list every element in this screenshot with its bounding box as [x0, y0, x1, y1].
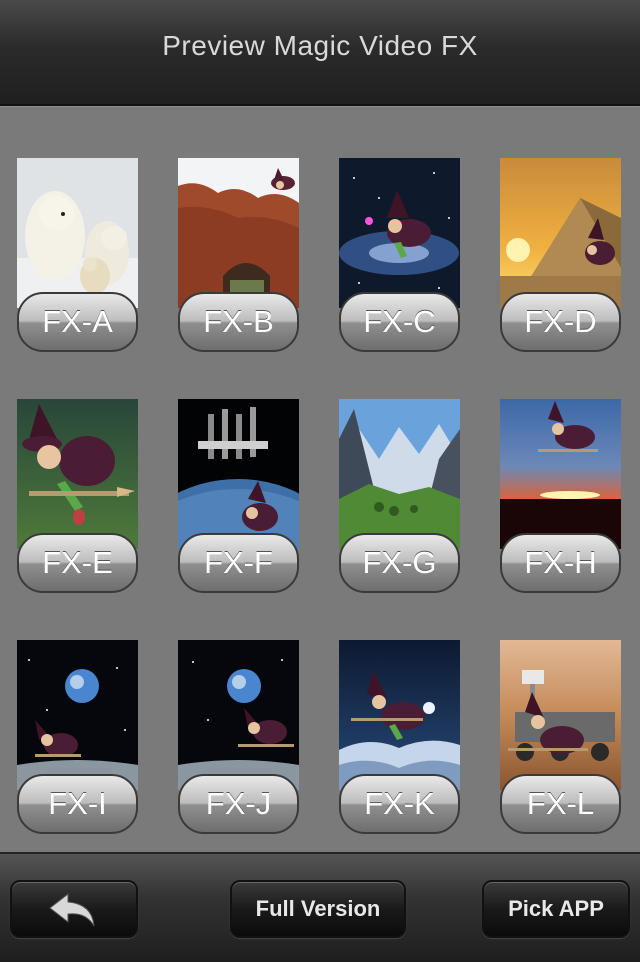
effect-tile-i[interactable]: FX-I — [17, 640, 138, 835]
effect-thumbnail-mountain-valley — [339, 399, 460, 549]
effect-thumbnail-galaxy — [339, 158, 460, 308]
effect-tile-c[interactable]: FX-C — [339, 158, 460, 353]
effect-thumbnail-polar-bears — [17, 158, 138, 308]
fx-l-button[interactable]: FX-L — [500, 774, 621, 834]
fx-e-button[interactable]: FX-E — [17, 533, 138, 593]
effect-thumbnail-night-sea — [339, 640, 460, 790]
back-arrow-icon — [49, 892, 95, 927]
navigation-bar: Preview Magic Video FX — [0, 0, 640, 106]
fx-b-button[interactable]: FX-B — [178, 292, 299, 352]
effect-tile-j[interactable]: FX-J — [178, 640, 299, 835]
effect-thumbnail-mars-rover — [500, 640, 621, 790]
effect-thumbnail-rock-arch — [178, 158, 299, 308]
effect-thumbnail-sunset — [500, 399, 621, 549]
effect-thumbnail-space-station — [178, 399, 299, 549]
fx-f-button[interactable]: FX-F — [178, 533, 299, 593]
effect-tile-a[interactable]: FX-A — [17, 158, 138, 353]
effect-tile-l[interactable]: FX-L — [500, 640, 621, 835]
fx-h-button[interactable]: FX-H — [500, 533, 621, 593]
effects-grid: FX-A FX-B FX-C FX-D FX-E FX-F FX-G FX-H … — [0, 106, 640, 853]
effect-tile-d[interactable]: FX-D — [500, 158, 621, 353]
effect-tile-e[interactable]: FX-E — [17, 399, 138, 594]
effect-tile-h[interactable]: FX-H — [500, 399, 621, 594]
fx-a-button[interactable]: FX-A — [17, 292, 138, 352]
back-button[interactable] — [10, 880, 138, 938]
effect-thumbnail-pyramids — [500, 158, 621, 308]
effect-thumbnail-earthrise-2 — [178, 640, 299, 790]
fx-k-button[interactable]: FX-K — [339, 774, 460, 834]
page-title: Preview Magic Video FX — [162, 30, 478, 61]
effect-tile-b[interactable]: FX-B — [178, 158, 299, 353]
effect-thumbnail-witch-closeup — [17, 399, 138, 549]
pick-app-button[interactable]: Pick APP — [482, 880, 630, 938]
fx-d-button[interactable]: FX-D — [500, 292, 621, 352]
bottom-toolbar: Full Version Pick APP — [0, 852, 640, 962]
effect-tile-k[interactable]: FX-K — [339, 640, 460, 835]
fx-g-button[interactable]: FX-G — [339, 533, 460, 593]
fx-j-button[interactable]: FX-J — [178, 774, 299, 834]
fx-c-button[interactable]: FX-C — [339, 292, 460, 352]
effect-tile-g[interactable]: FX-G — [339, 399, 460, 594]
effect-thumbnail-earthrise — [17, 640, 138, 790]
effect-tile-f[interactable]: FX-F — [178, 399, 299, 594]
fx-i-button[interactable]: FX-I — [17, 774, 138, 834]
full-version-button[interactable]: Full Version — [230, 880, 406, 938]
